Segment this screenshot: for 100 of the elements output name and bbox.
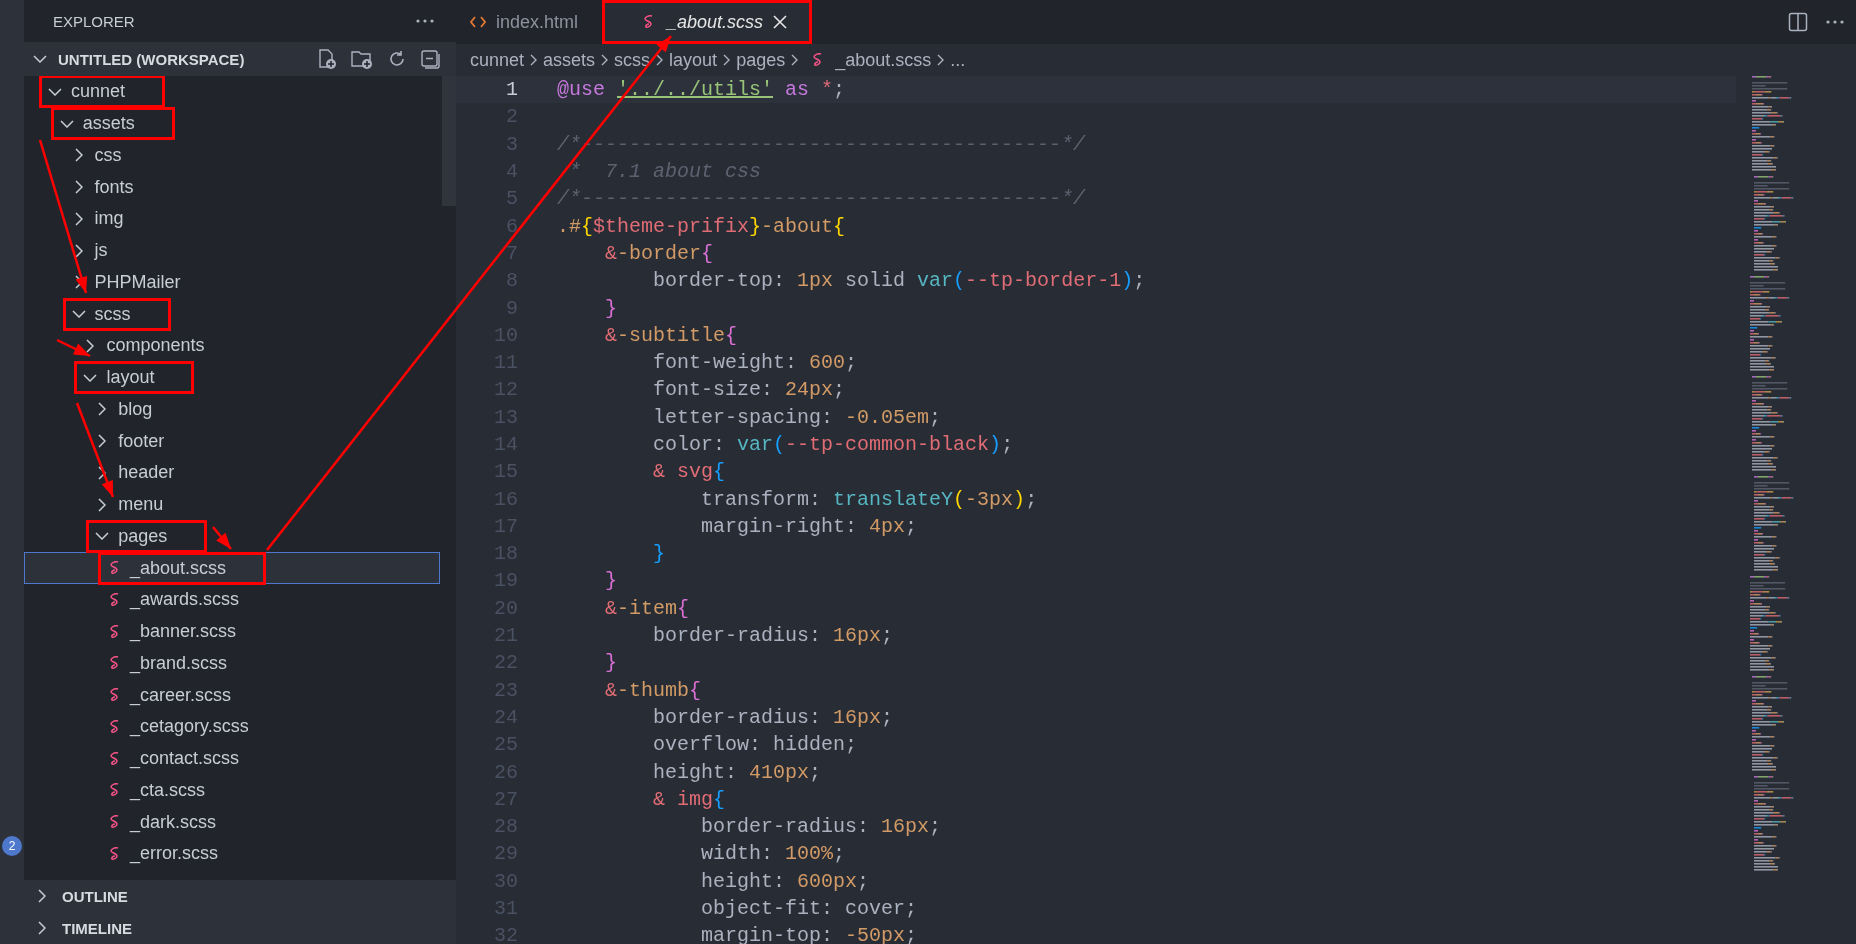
chevron-icon bbox=[74, 180, 83, 195]
chevron-icon bbox=[98, 402, 107, 417]
code-line: border-radius: 16px; bbox=[652, 624, 894, 648]
section-header[interactable]: TIMELINE bbox=[24, 912, 456, 944]
code-line: border-top: 1px solid var(--tp-border-1); bbox=[652, 269, 1146, 293]
sass-file-icon bbox=[108, 656, 120, 671]
chevron-icon bbox=[937, 54, 945, 66]
sass-file-icon bbox=[108, 815, 120, 830]
sass-file-icon bbox=[108, 561, 120, 576]
breadcrumb-item[interactable]: assets bbox=[543, 49, 596, 71]
code-line: margin-right: 4px; bbox=[700, 514, 918, 538]
code-line: width: 100%; bbox=[700, 842, 846, 866]
code-line: letter-spacing: -0.05em; bbox=[652, 405, 942, 429]
refresh-icon[interactable] bbox=[387, 49, 407, 69]
editor-tab[interactable]: _about.scss bbox=[602, 0, 813, 44]
sass-file-icon bbox=[108, 751, 120, 766]
code-line: } bbox=[604, 569, 617, 593]
notification-badge: 2 bbox=[2, 836, 22, 856]
tree-item[interactable]: _cta.scss bbox=[24, 774, 440, 807]
chevron-icon bbox=[83, 373, 98, 382]
chevron-icon bbox=[601, 54, 609, 66]
more-icon[interactable] bbox=[416, 19, 434, 23]
collapse-all-icon[interactable] bbox=[420, 49, 440, 69]
sass-file-icon bbox=[108, 719, 120, 734]
chevron-icon bbox=[71, 310, 86, 319]
chevron-icon bbox=[33, 55, 47, 63]
tree-item[interactable]: _error.scss bbox=[24, 838, 440, 870]
tree-item[interactable]: pages bbox=[24, 520, 440, 553]
split-editor-icon[interactable] bbox=[1788, 12, 1808, 32]
tree-item[interactable]: cunnet bbox=[24, 76, 440, 108]
chevron-icon bbox=[95, 532, 110, 541]
tree-item[interactable]: _dark.scss bbox=[24, 806, 440, 838]
chevron-icon bbox=[86, 338, 95, 353]
breadcrumb-item[interactable]: cunnet bbox=[470, 49, 525, 71]
tree-item[interactable]: fonts bbox=[24, 171, 440, 203]
close-icon[interactable] bbox=[773, 15, 788, 29]
tree-item[interactable]: _awards.scss bbox=[24, 584, 440, 616]
more-icon[interactable] bbox=[1826, 20, 1844, 24]
chevron-icon bbox=[98, 497, 107, 512]
code-line: border-radius: 16px; bbox=[700, 815, 942, 839]
tree-item[interactable]: _cetagory.scss bbox=[24, 711, 440, 743]
sass-file-icon bbox=[108, 592, 120, 607]
annotation-arrow bbox=[212, 526, 232, 550]
tree-item[interactable]: assets bbox=[24, 107, 440, 140]
chevron-icon bbox=[59, 119, 74, 128]
section-header[interactable]: OUTLINE bbox=[24, 880, 456, 912]
tree-item[interactable]: img bbox=[24, 203, 440, 235]
chevron-icon bbox=[74, 148, 83, 163]
chevron-icon bbox=[38, 889, 46, 903]
code-line: & img{ bbox=[652, 787, 726, 811]
tree-item[interactable]: _contact.scss bbox=[24, 742, 440, 775]
chevron-icon bbox=[530, 54, 538, 66]
tree-item[interactable]: footer bbox=[24, 425, 440, 457]
tree-item[interactable]: components bbox=[24, 330, 440, 362]
code-line: } bbox=[604, 296, 617, 320]
chevron-icon bbox=[723, 54, 731, 66]
code-line: font-size: 24px; bbox=[652, 378, 846, 402]
code-line: overflow: hidden; bbox=[652, 733, 858, 757]
workspace-header[interactable]: UNTITLED (WORKSPACE) bbox=[24, 42, 456, 76]
line-number: 1 bbox=[505, 78, 518, 102]
code-line: &-item{ bbox=[604, 596, 690, 620]
tree-item[interactable]: js bbox=[24, 234, 440, 267]
tree-item[interactable]: _career.scss bbox=[24, 679, 440, 711]
tree-item[interactable]: _brand.scss bbox=[24, 647, 440, 680]
new-folder-icon[interactable] bbox=[350, 48, 374, 70]
breadcrumb-item[interactable]: layout bbox=[669, 49, 718, 71]
editor-tab[interactable]: index.html bbox=[456, 0, 595, 44]
code-line: object-fit: cover; bbox=[700, 897, 918, 921]
tree-item[interactable]: menu bbox=[24, 488, 440, 521]
breadcrumb-item[interactable]: ... bbox=[950, 49, 966, 71]
tree-item[interactable]: css bbox=[24, 139, 440, 172]
breadcrumb-item[interactable]: _about.scss bbox=[835, 49, 932, 71]
tree-item[interactable]: scss bbox=[24, 298, 440, 330]
annotation-arrow bbox=[56, 338, 91, 358]
tree-item[interactable]: header bbox=[24, 457, 440, 489]
chevron-icon bbox=[38, 921, 46, 935]
breadcrumb-item[interactable]: scss bbox=[614, 49, 651, 71]
code-line: } bbox=[604, 651, 617, 675]
sass-file-icon bbox=[108, 783, 120, 798]
code-line: transform: translateY(-3px); bbox=[700, 487, 1038, 511]
sidebar-title: EXPLORER bbox=[53, 12, 135, 30]
breadcrumb-item[interactable]: pages bbox=[736, 49, 786, 71]
code-line: color: var(--tp-common-black); bbox=[652, 433, 1014, 456]
code-line: &-subtitle{ bbox=[604, 323, 738, 347]
chevron-icon bbox=[791, 54, 799, 66]
tree-item[interactable]: blog bbox=[24, 393, 440, 426]
chevron-icon bbox=[74, 243, 83, 258]
code-line: .#{$theme-prifix}-about{ bbox=[557, 214, 846, 238]
tree-item[interactable]: layout bbox=[24, 361, 440, 394]
new-file-icon[interactable] bbox=[317, 48, 337, 70]
chevron-icon bbox=[48, 87, 62, 96]
tree-item[interactable]: _banner.scss bbox=[24, 615, 440, 648]
code-icon bbox=[470, 16, 486, 28]
chevron-icon bbox=[98, 434, 107, 449]
code-line: * 7.1 about css bbox=[568, 160, 762, 184]
sass-file-icon bbox=[108, 688, 120, 703]
code-line: border-radius: 16px; bbox=[652, 705, 894, 729]
code-line: /*----------------------------------------*/ bbox=[557, 187, 1086, 211]
chevron-icon bbox=[74, 211, 83, 226]
tree-item[interactable]: _about.scss bbox=[24, 552, 440, 584]
